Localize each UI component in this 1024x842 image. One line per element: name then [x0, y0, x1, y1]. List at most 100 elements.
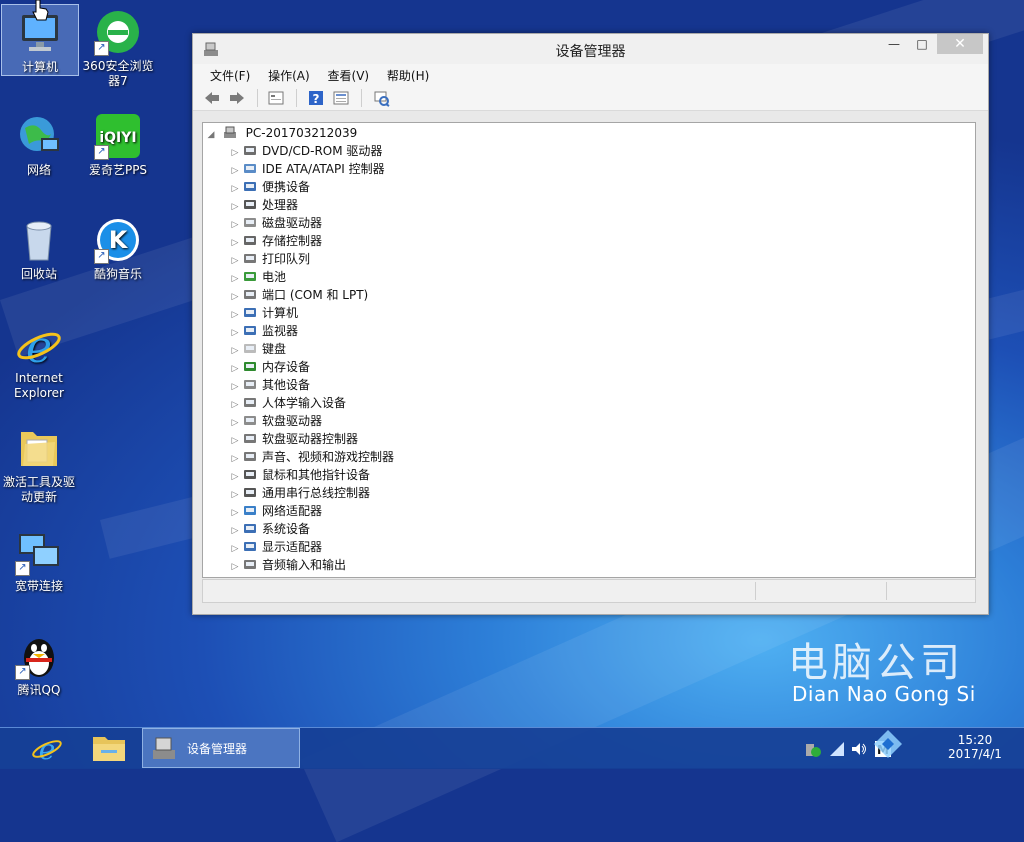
- device-manager-window: 设备管理器 — □ ✕ 文件(F) 操作(A) 查看(V) 帮助(H) ? ◢ …: [192, 33, 989, 615]
- desktop-icon-internet-explorer[interactable]: e Internet Explorer: [1, 316, 77, 401]
- device-category-label: 处理器: [262, 198, 299, 212]
- printer-icon: [243, 252, 257, 265]
- expand-arrow-icon[interactable]: ▷: [229, 558, 241, 576]
- device-category-row[interactable]: ▷ 软盘驱动器: [229, 412, 322, 430]
- menu-action[interactable]: 操作(A): [261, 64, 317, 84]
- usb-icon: [243, 486, 257, 499]
- device-category-label: 通用串行总线控制器: [262, 486, 371, 500]
- svg-text:e: e: [39, 733, 56, 766]
- sound-icon: [243, 450, 257, 463]
- view-icon[interactable]: [332, 89, 350, 107]
- shortcut-arrow-icon: ↗: [94, 41, 109, 56]
- title-bar[interactable]: 设备管理器 — □ ✕: [193, 34, 988, 64]
- device-category-label: 存储控制器: [262, 234, 323, 248]
- device-category-label: 软盘驱动器控制器: [262, 432, 359, 446]
- port-icon: [243, 288, 257, 301]
- keyboard-icon: [243, 342, 257, 355]
- desktop-icon-qq[interactable]: ↗ 腾讯QQ: [1, 628, 77, 698]
- desktop-icon-360-browser[interactable]: ↗ 360安全浏览器7: [80, 4, 156, 89]
- 360-browser-icon: ↗: [94, 8, 142, 56]
- menu-file[interactable]: 文件(F): [203, 64, 257, 84]
- device-category-row[interactable]: ▷ 显示适配器: [229, 538, 322, 556]
- device-category-row[interactable]: ▷ 打印队列: [229, 250, 310, 268]
- network-tray-icon[interactable]: [828, 740, 846, 758]
- desktop-icon-label: 360安全浏览器7: [82, 59, 154, 88]
- device-category-row[interactable]: ▷ DVD/CD-ROM 驱动器: [229, 142, 383, 160]
- device-category-label: 内存设备: [262, 360, 311, 374]
- desktop-icon-activation-tools[interactable]: 激活工具及驱动更新: [1, 420, 77, 505]
- device-category-row[interactable]: ▷ 鼠标和其他指针设备: [229, 466, 370, 484]
- device-tree: ◢ PC-201703212039 ▷ DVD/CD-ROM 驱动器 ▷ IDE AT…: [202, 122, 976, 578]
- menu-help[interactable]: 帮助(H): [380, 64, 436, 84]
- menu-view[interactable]: 查看(V): [321, 64, 377, 84]
- device-category-row[interactable]: ▷ 通用串行总线控制器: [229, 484, 370, 502]
- device-category-label: 端口 (COM 和 LPT): [262, 288, 369, 302]
- help-icon[interactable]: ?: [307, 89, 325, 107]
- device-category-row[interactable]: ▷ 端口 (COM 和 LPT): [229, 286, 369, 304]
- audio-io-icon: [243, 558, 257, 571]
- scan-hardware-icon[interactable]: [372, 89, 390, 107]
- collapse-arrow-icon[interactable]: ◢: [205, 126, 217, 144]
- device-category-row[interactable]: ▷ 磁盘驱动器: [229, 214, 322, 232]
- device-category-row[interactable]: ▷ 人体学输入设备: [229, 394, 346, 412]
- device-category-label: 计算机: [262, 306, 299, 320]
- device-category-row[interactable]: ▷ 网络适配器: [229, 502, 322, 520]
- close-button[interactable]: ✕: [937, 34, 983, 54]
- properties-icon[interactable]: [267, 89, 285, 107]
- storage-controller-icon: [243, 234, 257, 247]
- tree-root-label: PC-201703212039: [245, 126, 358, 140]
- device-category-row[interactable]: ▷ 内存设备: [229, 358, 310, 376]
- device-category-row[interactable]: ▷ 声音、视频和游戏控制器: [229, 448, 394, 466]
- desktop-icon-label: 激活工具及驱动更新: [2, 475, 75, 504]
- status-bar: [202, 579, 976, 603]
- desktop-icon-broadband[interactable]: ↗ 宽带连接: [1, 524, 77, 594]
- forward-icon[interactable]: [228, 89, 246, 107]
- device-category-row[interactable]: ▷ 存储控制器: [229, 232, 322, 250]
- shortcut-arrow-icon: ↗: [15, 561, 30, 576]
- maximize-button[interactable]: □: [909, 34, 935, 54]
- tree-root[interactable]: ◢ PC-201703212039: [205, 124, 358, 144]
- minimize-button[interactable]: —: [881, 34, 907, 54]
- device-category-row[interactable]: ▷ IDE ATA/ATAPI 控制器: [229, 160, 385, 178]
- toolbar-separator: [256, 89, 258, 107]
- disk-drive-icon: [243, 216, 257, 229]
- device-category-label: 音频输入和输出: [262, 558, 347, 572]
- device-category-row[interactable]: ▷ 键盘: [229, 340, 286, 358]
- device-category-label: 显示适配器: [262, 540, 323, 554]
- device-category-row[interactable]: ▷ 音频输入和输出: [229, 556, 346, 574]
- device-category-row[interactable]: ▷ 监视器: [229, 322, 298, 340]
- desktop-icon-network[interactable]: 网络: [1, 108, 77, 178]
- file-explorer-icon: [93, 737, 125, 761]
- mouse-icon: [243, 468, 257, 481]
- device-category-label: 其他设备: [262, 378, 311, 392]
- device-category-row[interactable]: ▷ 便携设备: [229, 178, 310, 196]
- device-category-row[interactable]: ▷ 软盘驱动器控制器: [229, 430, 358, 448]
- corner-watermark-logo: [874, 730, 902, 758]
- security-tray-icon[interactable]: [804, 740, 822, 758]
- device-category-label: 监视器: [262, 324, 299, 338]
- taskbar-internet-explorer[interactable]: e: [22, 728, 72, 768]
- device-category-row[interactable]: ▷ 处理器: [229, 196, 298, 214]
- device-category-row[interactable]: ▷ 其他设备: [229, 376, 310, 394]
- status-divider: [755, 582, 756, 600]
- desktop-icon-iqiyi[interactable]: iQIYI ↗ 爱奇艺PPS: [80, 108, 156, 178]
- hand-cursor-icon: [32, 0, 49, 21]
- taskbar-file-explorer[interactable]: [84, 728, 134, 768]
- desktop-icon-label: 酷狗音乐: [93, 267, 142, 281]
- device-category-label: 网络适配器: [262, 504, 323, 518]
- volume-icon[interactable]: [850, 740, 868, 758]
- device-category-row[interactable]: ▷ 计算机: [229, 304, 298, 322]
- device-category-label: 人体学输入设备: [262, 396, 347, 410]
- toolbar: ?: [193, 86, 988, 111]
- portable-device-icon: [243, 180, 257, 193]
- desktop-icon-kugou[interactable]: K ↗ 酷狗音乐: [80, 212, 156, 282]
- watermark-brand-pinyin: Dian Nao Gong Si: [792, 682, 976, 706]
- taskbar-device-manager[interactable]: 设备管理器: [142, 728, 300, 768]
- unknown-device-icon: [243, 378, 257, 391]
- device-category-row[interactable]: ▷ 系统设备: [229, 520, 310, 538]
- desktop-icon-recycle-bin[interactable]: 回收站: [1, 212, 77, 282]
- device-category-row[interactable]: ▷ 电池: [229, 268, 286, 286]
- back-icon[interactable]: [203, 89, 221, 107]
- network-adapter-icon: [243, 504, 257, 517]
- memory-icon: [243, 360, 257, 373]
